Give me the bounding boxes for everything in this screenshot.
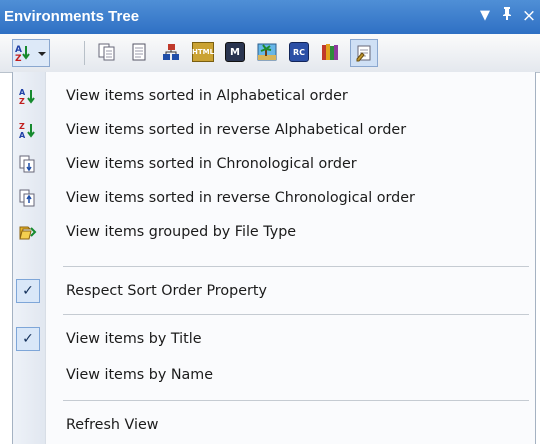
title-bar: Environments Tree ▼ × xyxy=(0,0,540,34)
html-icon: HTML xyxy=(192,42,214,62)
menu-item-label: View items by Title xyxy=(66,331,202,347)
menu-item-group-by-file-type[interactable]: View items grouped by File Type xyxy=(13,215,535,249)
document-icon xyxy=(132,43,146,61)
menu-item-sort-alphabetical[interactable]: A Z View items sorted in Alphabetical or… xyxy=(13,79,535,113)
svg-text:A: A xyxy=(19,131,26,139)
menu-item-label: Refresh View xyxy=(66,417,159,433)
copy-pages-icon xyxy=(98,43,115,61)
html-tool[interactable]: HTML xyxy=(190,39,216,65)
menu-item-view-by-title[interactable]: ✓ View items by Title xyxy=(13,322,535,356)
toolbar: A Z HTML M RC xyxy=(0,34,540,73)
rc-icon: RC xyxy=(289,42,309,62)
dropdown-icon[interactable]: ▼ xyxy=(476,6,494,26)
sort-options-menu: A Z View items sorted in Alphabetical or… xyxy=(12,72,536,444)
svg-text:Z: Z xyxy=(19,97,25,105)
sort-dropdown-button[interactable]: A Z xyxy=(12,39,50,67)
image-tool[interactable] xyxy=(254,39,280,65)
menu-item-label: View items sorted in Chronological order xyxy=(66,156,357,172)
properties-icon xyxy=(356,45,371,62)
menu-separator xyxy=(63,314,529,315)
checkmark-icon: ✓ xyxy=(16,327,40,351)
properties-tool[interactable] xyxy=(350,39,378,67)
menu-item-label: View items grouped by File Type xyxy=(66,224,297,240)
m-tool[interactable]: M xyxy=(222,39,248,65)
sort-za-icon: Z A xyxy=(19,121,37,139)
group-filetype-icon xyxy=(19,223,37,241)
books-tool[interactable] xyxy=(318,39,344,65)
pin-icon[interactable] xyxy=(498,6,516,26)
hierarchy-tool[interactable] xyxy=(158,39,184,65)
sort-az-icon: A Z xyxy=(15,45,46,63)
menu-item-label: View items sorted in Alphabetical order xyxy=(66,88,348,104)
sort-reverse-chronological-icon xyxy=(19,189,37,207)
svg-text:Z: Z xyxy=(15,54,22,63)
menu-item-refresh-view[interactable]: Refresh View xyxy=(13,408,535,442)
window-title: Environments Tree xyxy=(4,8,140,25)
close-icon[interactable]: × xyxy=(520,6,538,26)
menu-item-sort-reverse-chronological[interactable]: View items sorted in reverse Chronologic… xyxy=(13,181,535,215)
menu-item-respect-sort-order[interactable]: ✓ Respect Sort Order Property xyxy=(13,274,535,308)
menu-separator xyxy=(63,266,529,267)
m-badge-label: M xyxy=(230,46,240,58)
document-tool[interactable] xyxy=(126,39,152,65)
menu-item-sort-chronological[interactable]: View items sorted in Chronological order xyxy=(13,147,535,181)
menu-item-label: View items sorted in reverse Chronologic… xyxy=(66,190,415,206)
menu-item-label: View items sorted in reverse Alphabetica… xyxy=(66,122,407,138)
menu-separator xyxy=(63,400,529,401)
svg-text:Z: Z xyxy=(19,122,25,131)
books-icon xyxy=(322,44,338,60)
m-icon: M xyxy=(225,42,245,62)
picture-icon xyxy=(257,43,277,61)
checkmark-icon: ✓ xyxy=(16,279,40,303)
sort-chronological-icon xyxy=(19,155,37,173)
menu-item-label: View items by Name xyxy=(66,367,214,383)
sort-az-icon: A Z xyxy=(19,87,37,105)
toolbar-separator xyxy=(84,41,85,65)
html-badge-label: HTML xyxy=(191,48,215,56)
menu-item-sort-reverse-alphabetical[interactable]: Z A View items sorted in reverse Alphabe… xyxy=(13,113,535,147)
rc-tool[interactable]: RC xyxy=(286,39,312,65)
menu-item-view-by-name[interactable]: View items by Name xyxy=(13,358,535,392)
svg-text:A: A xyxy=(19,88,26,97)
hierarchy-icon xyxy=(163,44,179,60)
copy-tool[interactable] xyxy=(94,39,120,65)
menu-item-label: Respect Sort Order Property xyxy=(66,283,267,299)
rc-badge-label: RC xyxy=(292,47,306,57)
